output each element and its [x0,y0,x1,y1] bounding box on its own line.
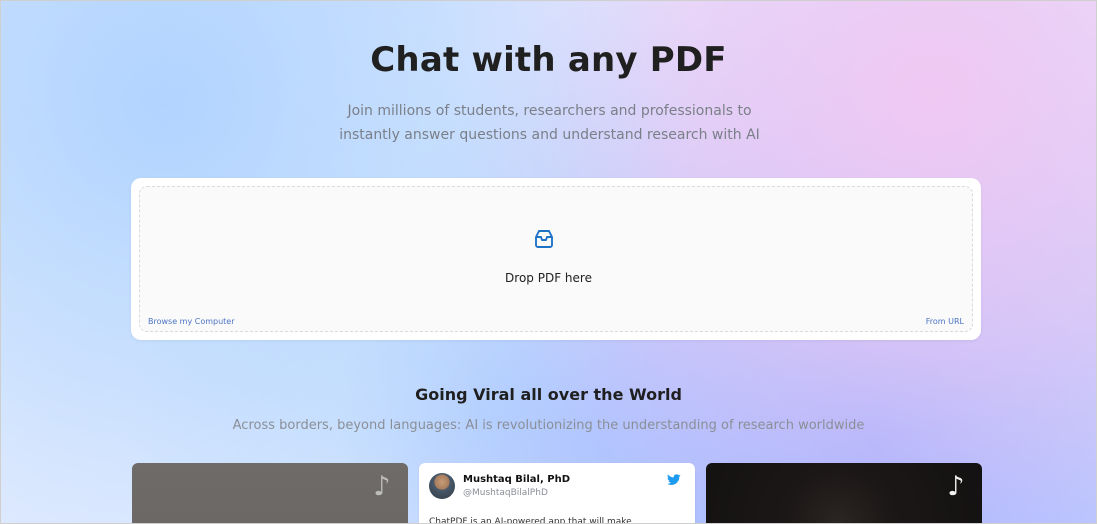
tweet-author-name: Mushtaq Bilal, PhD [463,474,570,485]
twitter-icon [667,474,681,486]
tweet-author-handle: @MushtaqBilalPhD [463,488,548,498]
from-url-link[interactable]: From URL [926,317,964,326]
upload-card[interactable] [131,178,981,340]
viral-section-subtitle: Across borders, beyond languages: AI is … [232,418,865,433]
tiktok-video-card-right[interactable] [706,463,982,523]
viral-section-title: Going Viral all over the World [415,385,682,404]
tiktok-icon [368,473,396,501]
tiktok-icon [942,473,970,501]
browse-computer-link[interactable]: Browse my Computer [148,317,235,326]
chatpdf-landing-page: Chat with any PDF Join millions of stude… [0,0,1097,524]
page-subtitle-line-1: Join millions of students, researchers a… [347,103,752,119]
page-subtitle: Join millions of students, researchers a… [311,99,788,147]
pdf-drop-zone[interactable] [139,186,973,332]
page-title: Chat with any PDF [370,40,727,80]
tweet-text: ChatPDF is an AI-powered app that will m… [429,517,632,524]
tweet-card[interactable]: Mushtaq Bilal, PhD @MushtaqBilalPhD Chat… [419,463,695,524]
page-subtitle-line-2: instantly answer questions and understan… [339,127,760,143]
avatar [429,473,455,499]
inbox-icon [535,230,553,248]
drop-pdf-text: Drop PDF here [505,271,592,285]
tiktok-video-card-left[interactable] [132,463,408,523]
